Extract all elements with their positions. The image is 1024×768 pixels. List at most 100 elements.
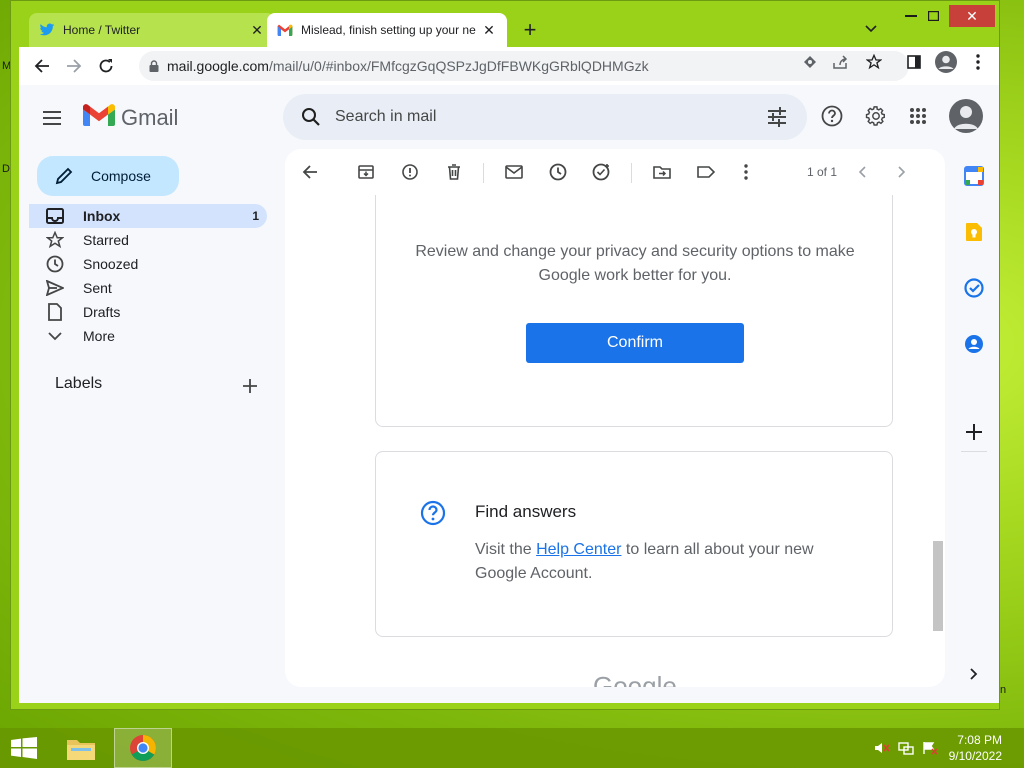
help-center-link[interactable]: Help Center: [536, 541, 621, 558]
nav-item-inbox[interactable]: Inbox 1: [29, 204, 267, 228]
tab-gmail[interactable]: Mislead, finish setting up your ne ✕: [267, 13, 507, 47]
mark-unread-icon[interactable]: [501, 159, 527, 185]
nav-item-starred[interactable]: Starred: [29, 228, 267, 252]
get-addons-plus-icon[interactable]: [961, 419, 987, 445]
side-panel-rail: [953, 149, 997, 703]
toolbar-divider: [483, 163, 484, 183]
gmail-icon: [277, 22, 293, 38]
add-to-tasks-icon[interactable]: [589, 159, 615, 185]
desktop-edge-text: D: [2, 163, 10, 175]
find-answers-card: Find answers Visit the Help Center to le…: [375, 451, 893, 637]
compose-button[interactable]: Compose: [37, 156, 179, 196]
send-icon: [45, 278, 65, 298]
star-icon: [45, 230, 65, 250]
share-icon[interactable]: [829, 51, 851, 73]
address-bar[interactable]: mail.google.com/mail/u/0/#inbox/FMfcgzGq…: [139, 51, 909, 81]
twitter-icon: [39, 22, 55, 38]
taskbar-clock[interactable]: 7:08 PM 9/10/2022: [949, 732, 1002, 764]
browser-toolbar: mail.google.com/mail/u/0/#inbox/FMfcgzGq…: [19, 47, 999, 85]
tab-title: Mislead, finish setting up your ne: [301, 23, 476, 37]
search-bar[interactable]: Search in mail: [283, 94, 807, 140]
gmail-logo-text: Gmail: [121, 105, 179, 130]
nav-item-snoozed[interactable]: Snoozed: [29, 252, 267, 276]
chrome-taskbar-icon[interactable]: [114, 728, 172, 768]
calendar-icon[interactable]: [961, 163, 987, 189]
gmail-app: Gmail Search in mail Compose Inbox 1 Sta…: [19, 85, 999, 703]
clock-time: 7:08 PM: [957, 733, 1002, 747]
delete-icon[interactable]: [441, 159, 467, 185]
scrollbar-thumb[interactable]: [933, 541, 943, 631]
move-to-icon[interactable]: [649, 159, 675, 185]
side-panel-icon[interactable]: [903, 51, 925, 73]
help-question-icon: [420, 500, 446, 526]
nav-item-sent[interactable]: Sent: [29, 276, 267, 300]
archive-icon[interactable]: [353, 159, 379, 185]
profile-avatar-icon[interactable]: [935, 51, 957, 73]
browser-window: Home / Twitter ✕ Mislead, finish setting…: [10, 0, 1000, 710]
tab-search-icon[interactable]: [861, 19, 881, 39]
contacts-icon[interactable]: [961, 331, 987, 357]
clock-date: 9/10/2022: [948, 749, 1002, 763]
taskbar: 7:08 PM 9/10/2022: [0, 728, 1024, 768]
tab-twitter[interactable]: Home / Twitter ✕: [29, 13, 275, 47]
nav-item-label: Drafts: [83, 304, 121, 320]
compose-label: Compose: [91, 168, 151, 184]
find-answers-title: Find answers: [475, 502, 577, 521]
support-icon[interactable]: [817, 101, 847, 131]
tasks-icon[interactable]: [961, 275, 987, 301]
pagination-text: 1 of 1: [807, 165, 838, 179]
inbox-icon: [45, 206, 65, 226]
new-tab-button[interactable]: +: [517, 17, 543, 43]
back-to-inbox-icon[interactable]: [297, 159, 323, 185]
file-explorer-icon[interactable]: [58, 728, 104, 768]
maximize-button[interactable]: [917, 5, 949, 27]
close-tab-icon[interactable]: ✕: [249, 22, 265, 38]
nav-item-label: Inbox: [83, 208, 121, 224]
gmail-logo[interactable]: Gmail: [83, 103, 178, 133]
older-chevron-right-icon[interactable]: [889, 159, 915, 185]
account-avatar[interactable]: [949, 99, 983, 133]
google-apps-icon[interactable]: [903, 101, 933, 131]
pencil-icon: [55, 167, 73, 185]
forward-button[interactable]: [61, 53, 87, 79]
tab-bar: Home / Twitter ✕ Mislead, finish setting…: [11, 1, 999, 47]
close-window-button[interactable]: ✕: [949, 5, 995, 27]
settings-gear-icon[interactable]: [861, 101, 891, 131]
browser-menu-icon[interactable]: [967, 51, 989, 73]
reload-button[interactable]: [93, 53, 119, 79]
search-options-icon[interactable]: [767, 107, 787, 127]
nav-item-more[interactable]: More: [29, 324, 267, 348]
search-input[interactable]: Search in mail: [335, 108, 436, 126]
url-host: mail.google.com: [167, 58, 269, 74]
action-center-flag-icon[interactable]: [920, 728, 940, 768]
volume-muted-icon[interactable]: [872, 728, 892, 768]
newer-chevron-left-icon[interactable]: [849, 159, 875, 185]
nav-item-label: Sent: [83, 280, 112, 296]
report-spam-icon[interactable]: [397, 159, 423, 185]
more-options-icon[interactable]: [733, 159, 759, 185]
network-icon[interactable]: [896, 728, 916, 768]
find-answers-text-pre: Visit the: [475, 541, 537, 558]
desktop-edge-text: n: [1000, 684, 1007, 696]
confirm-button[interactable]: Confirm: [526, 323, 744, 363]
rail-divider: [961, 451, 987, 452]
message-body: Review and change your privacy and secur…: [285, 195, 945, 687]
search-icon[interactable]: [301, 107, 321, 127]
close-tab-icon[interactable]: ✕: [481, 22, 497, 38]
show-side-panel-chevron-icon[interactable]: [961, 661, 987, 687]
toolbar-divider: [631, 163, 632, 183]
keep-icon[interactable]: [961, 219, 987, 245]
snooze-clock-icon[interactable]: [545, 159, 571, 185]
gmail-logo-icon: [83, 103, 115, 133]
google-footer-logo: Google: [593, 671, 677, 687]
unread-count: 1: [252, 209, 259, 223]
nav-item-drafts[interactable]: Drafts: [29, 300, 267, 324]
windows-start-icon[interactable]: [0, 728, 48, 768]
labels-heading: Labels: [55, 375, 103, 392]
add-label-icon[interactable]: [237, 373, 263, 399]
label-tag-icon[interactable]: [693, 159, 719, 185]
extension-icon[interactable]: [799, 51, 821, 73]
bookmark-star-icon[interactable]: [863, 51, 885, 73]
main-menu-icon[interactable]: [37, 103, 67, 133]
back-button[interactable]: [29, 53, 55, 79]
